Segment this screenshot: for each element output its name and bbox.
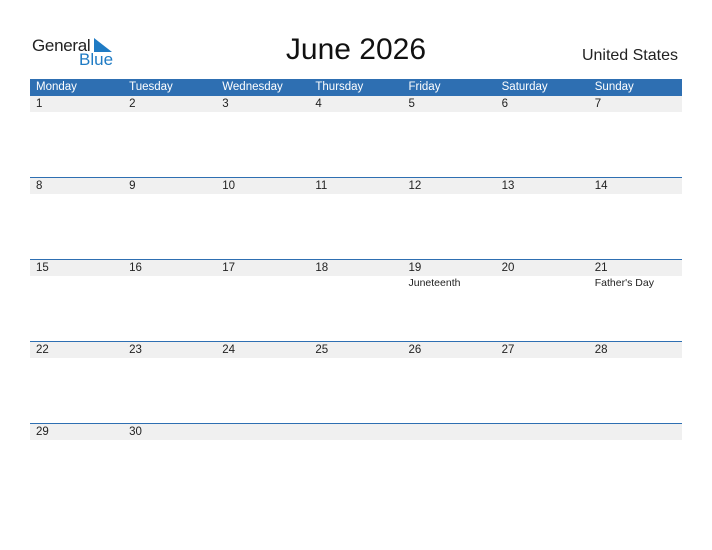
- day-number: [589, 424, 682, 440]
- weekday-header: Monday Tuesday Wednesday Thursday Friday…: [30, 79, 682, 96]
- day-number: 15: [36, 262, 49, 274]
- day-number: 24: [222, 344, 236, 356]
- week-row: 1 2 3 4 5 6 7: [30, 96, 682, 177]
- day-number: [496, 424, 589, 440]
- day-number: 18: [315, 262, 329, 274]
- day-number: 1: [36, 98, 43, 110]
- day-number: 14: [594, 180, 608, 192]
- day-number: 12: [408, 180, 422, 192]
- day-number: 17: [222, 262, 236, 274]
- weekday-tuesday: Tuesday: [129, 81, 173, 93]
- holiday-label: [496, 276, 589, 290]
- weekday-thursday: Thursday: [315, 81, 364, 93]
- day-number: 10: [222, 180, 236, 192]
- day-number: 26: [408, 344, 422, 356]
- weekday-wednesday: Wednesday: [222, 81, 283, 93]
- country-label: United States: [581, 47, 678, 64]
- week-row: 15 16 17 18 19 20 21 Juneteenth Father's Day: [30, 259, 682, 341]
- date-band: 22 23 24 25 26 27 28: [30, 342, 682, 358]
- weekday-monday: Monday: [36, 81, 77, 93]
- day-number: 5: [408, 98, 415, 110]
- week-row: 29 30: [30, 423, 682, 505]
- event-band: Juneteenth Father's Day: [30, 276, 682, 290]
- week-row: 8 9 10 11 12 13 14: [30, 177, 682, 259]
- day-number: 11: [315, 180, 328, 192]
- day-number: 4: [315, 98, 322, 110]
- week-row: 22 23 24 25 26 27 28: [30, 341, 682, 423]
- day-number: 19: [408, 262, 422, 274]
- calendar-grid: Monday Tuesday Wednesday Thursday Friday…: [30, 79, 682, 505]
- holiday-label: [30, 276, 123, 290]
- weekday-sunday: Sunday: [594, 81, 634, 93]
- day-number: 9: [129, 180, 136, 192]
- day-number: 13: [501, 180, 515, 192]
- day-number: 3: [222, 98, 229, 110]
- holiday-label: Juneteenth: [408, 277, 461, 289]
- weekday-friday: Friday: [408, 81, 441, 93]
- date-band: 8 9 10 11 12 13 14: [30, 178, 682, 194]
- day-number: 8: [36, 180, 43, 192]
- day-number: 30: [129, 426, 142, 438]
- weekday-saturday: Saturday: [501, 81, 548, 93]
- day-number: 20: [501, 262, 515, 274]
- day-number: 23: [129, 344, 142, 356]
- date-band: 15 16 17 18 19 20 21: [30, 260, 682, 276]
- holiday-label: Father's Day: [594, 277, 654, 289]
- holiday-label: [123, 276, 216, 290]
- day-number: [216, 424, 309, 440]
- day-number: 28: [594, 344, 608, 356]
- day-number: [309, 424, 402, 440]
- day-number: 27: [501, 344, 515, 356]
- holiday-label: [309, 276, 402, 290]
- holiday-label: [216, 276, 309, 290]
- day-number: 29: [36, 426, 49, 438]
- day-number: 7: [594, 98, 602, 110]
- date-band: 1 2 3 4 5 6 7: [30, 96, 682, 112]
- day-number: 22: [36, 344, 49, 356]
- day-number: 2: [129, 98, 136, 110]
- day-number: 21: [594, 262, 608, 274]
- day-number: 16: [129, 262, 142, 274]
- date-band: 29 30: [30, 424, 682, 440]
- day-number: [403, 424, 496, 440]
- day-number: 25: [315, 344, 329, 356]
- day-number: 6: [501, 98, 509, 110]
